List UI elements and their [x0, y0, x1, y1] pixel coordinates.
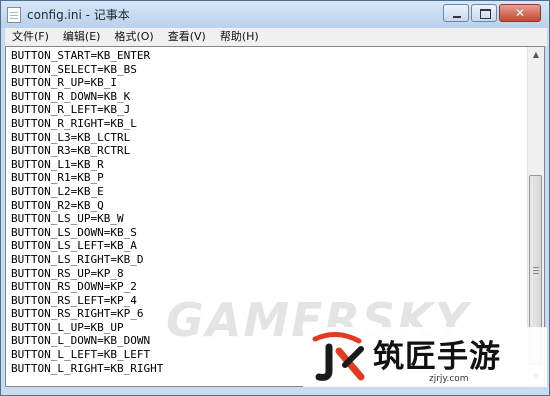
editor-line: BUTTON_L_UP=KB_UP — [11, 320, 124, 334]
close-icon: ✕ — [514, 6, 526, 20]
editor-line: BUTTON_RS_DOWN=KP_2 — [11, 280, 137, 294]
editor-line: BUTTON_START=KB_ENTER — [11, 49, 151, 62]
site-logo: 筑匠手游 zjrjy.com — [303, 327, 547, 387]
editor-line: BUTTON_LS_DOWN=KB_S — [11, 225, 137, 239]
notepad-window: config.ini - 记事本 ✕ 文件(F) 编辑(E) 格式(O) 查看(… — [0, 0, 550, 396]
title-bar[interactable]: config.ini - 记事本 ✕ — [1, 1, 549, 28]
menu-format[interactable]: 格式(O) — [107, 28, 160, 46]
editor-line: BUTTON_L_RIGHT=KB_RIGHT — [11, 361, 164, 375]
zjrjy-logo-icon — [312, 332, 365, 381]
editor-line: BUTTON_L2=KB_E — [11, 184, 104, 198]
editor-line: BUTTON_R2=KB_Q — [11, 198, 104, 212]
editor-line: BUTTON_R_RIGHT=KB_L — [11, 116, 137, 130]
editor-line: BUTTON_R_LEFT=KB_J — [11, 103, 131, 117]
editor-line: BUTTON_RS_RIGHT=KP_6 — [11, 307, 144, 321]
editor-line: BUTTON_L_DOWN=KB_DOWN — [11, 334, 151, 348]
editor-line: BUTTON_L_LEFT=KB_LEFT — [11, 348, 151, 362]
notepad-icon — [7, 7, 21, 23]
grip-line — [533, 270, 539, 271]
editor-line: BUTTON_SELECT=KB_BS — [11, 62, 137, 76]
minimize-icon — [453, 16, 461, 18]
logo-name: 筑匠手游 — [373, 339, 501, 375]
window-controls: ✕ — [441, 4, 541, 22]
grip-line — [533, 267, 539, 268]
editor-line: BUTTON_L1=KB_R — [11, 157, 104, 171]
editor-line: BUTTON_LS_LEFT=KB_A — [11, 239, 137, 253]
editor-line: BUTTON_LS_RIGHT=KB_D — [11, 252, 144, 266]
editor-line: BUTTON_RS_UP=KP_8 — [11, 266, 124, 280]
scroll-up-icon[interactable]: ▲ — [529, 48, 543, 62]
menu-bar: 文件(F) 编辑(E) 格式(O) 查看(V) 帮助(H) — [5, 28, 547, 46]
menu-help[interactable]: 帮助(H) — [213, 28, 266, 46]
window-title: config.ini - 记事本 — [27, 8, 130, 22]
logo-url: zjrjy.com — [429, 374, 469, 384]
editor-line: BUTTON_R_UP=KB_I — [11, 76, 117, 90]
close-button[interactable]: ✕ — [499, 4, 541, 22]
editor-line: BUTTON_R3=KB_RCTRL — [11, 144, 131, 158]
editor-text[interactable]: BUTTON_START=KB_ENTER BUTTON_SELECT=KB_BS… — [11, 49, 163, 375]
menu-edit[interactable]: 编辑(E) — [56, 28, 108, 46]
menu-view[interactable]: 查看(V) — [161, 28, 213, 46]
maximize-icon — [480, 9, 491, 19]
editor-line: BUTTON_R_DOWN=KB_K — [11, 89, 131, 103]
menu-file[interactable]: 文件(F) — [5, 28, 56, 46]
maximize-button[interactable] — [471, 4, 497, 22]
editor-line: BUTTON_LS_UP=KB_W — [11, 212, 124, 226]
editor-line: BUTTON_R1=KB_P — [11, 171, 104, 185]
editor-line: BUTTON_RS_LEFT=KP_4 — [11, 293, 137, 307]
editor-line: BUTTON_L3=KB_LCTRL — [11, 130, 131, 144]
minimize-button[interactable] — [443, 4, 469, 22]
grip-line — [533, 273, 539, 274]
